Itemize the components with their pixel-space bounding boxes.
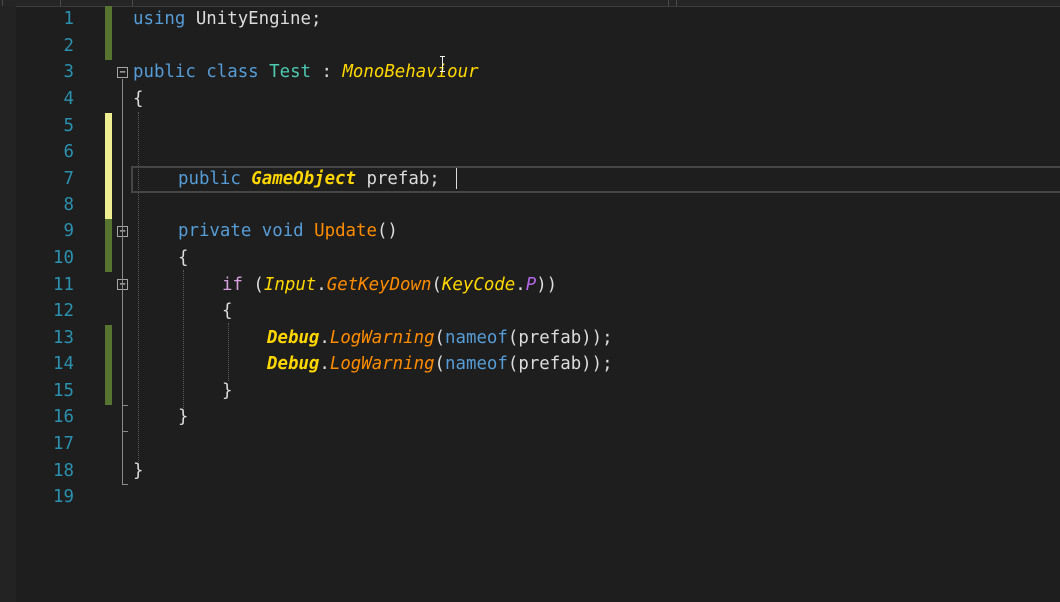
punctuation: ));: [581, 328, 613, 348]
line-number: 15: [53, 381, 74, 401]
line-number: 16: [53, 407, 74, 427]
code-line-16[interactable]: }: [178, 404, 188, 431]
punctuation: .: [515, 275, 526, 295]
unsaved-change-marker: [105, 113, 112, 219]
line-number: 2: [63, 36, 74, 56]
punctuation: .: [316, 275, 327, 295]
punctuation: (): [376, 221, 398, 241]
code-line-3[interactable]: public class Test : MonoBehaviour: [133, 59, 479, 86]
class-name: Debug: [267, 354, 320, 374]
type-name: GameObject: [240, 169, 356, 189]
outline-bar-end: [122, 484, 128, 485]
brace: }: [133, 461, 144, 481]
code-line-7[interactable]: public GameObject prefab;: [178, 166, 440, 193]
line-number: 4: [63, 89, 74, 109]
outline-bar-end: [122, 431, 128, 432]
saved-change-marker: [105, 6, 112, 60]
outline-bar: [122, 238, 123, 431]
line-number: 3: [63, 62, 74, 82]
keyword: class: [195, 62, 259, 82]
brace: {: [133, 89, 144, 109]
keyword: nameof: [445, 354, 508, 374]
saved-change-marker: [105, 219, 112, 272]
code-line-14[interactable]: Debug.LogWarning(nameof(prefab));: [267, 351, 613, 378]
keyword: public: [133, 62, 196, 82]
punctuation: (: [434, 328, 446, 348]
line-number: 10: [53, 248, 74, 268]
collapse-region-icon[interactable]: −: [117, 67, 128, 78]
method-name: GetKeyDown: [326, 275, 432, 295]
line-number: 18: [53, 461, 74, 481]
line-number: 14: [53, 354, 74, 374]
line-number: 9: [63, 221, 74, 241]
keyword: private: [178, 221, 252, 241]
keyword: void: [251, 221, 304, 241]
code-line-1[interactable]: using UnityEngine;: [133, 6, 321, 33]
punctuation: (: [507, 354, 519, 374]
method-name: Update: [303, 221, 377, 241]
line-number: 8: [63, 195, 74, 215]
tab-divider: [676, 0, 677, 6]
punctuation: (: [434, 354, 446, 374]
argument: prefab: [518, 328, 582, 348]
enum-member: P: [525, 275, 537, 295]
line-number: 19: [53, 487, 74, 507]
line-number: 7: [63, 169, 74, 189]
punctuation: )): [536, 275, 558, 295]
punctuation: ;: [429, 169, 440, 189]
keyword: public: [178, 169, 241, 189]
punctuation: (: [431, 275, 442, 295]
code-editor[interactable]: 1 2 3 4 5 6 7 8 9 10 11 12 13 14 15 16 1…: [0, 0, 1060, 602]
class-name: Input: [263, 275, 317, 295]
class-name: Test: [258, 62, 312, 82]
brace: }: [178, 407, 189, 427]
code-line-11[interactable]: if (Input.GetKeyDown(KeyCode.P)): [222, 272, 557, 299]
saved-change-marker: [105, 325, 112, 405]
indent-guide: [228, 323, 229, 381]
namespace: UnityEngine: [185, 9, 311, 29]
enum-name: KeyCode: [441, 275, 516, 295]
code-line-13[interactable]: Debug.LogWarning(nameof(prefab));: [267, 325, 613, 352]
punctuation: ;: [311, 9, 322, 29]
line-number: 17: [53, 434, 74, 454]
code-line-18[interactable]: }: [133, 458, 143, 485]
line-number: 12: [53, 301, 74, 321]
text-caret: [456, 168, 457, 189]
base-class: MonoBehaviour: [342, 62, 479, 82]
keyword: nameof: [445, 328, 508, 348]
punctuation: .: [319, 328, 330, 348]
punctuation: ));: [581, 354, 613, 374]
punctuation: .: [319, 354, 330, 374]
punctuation: :: [311, 62, 343, 82]
code-line-4[interactable]: {: [133, 86, 143, 113]
code-line-12[interactable]: {: [222, 298, 232, 325]
line-number: 11: [53, 275, 74, 295]
editor-margin-edge: [0, 6, 16, 602]
ibeam-cursor-icon: [439, 56, 447, 72]
code-line-15[interactable]: }: [222, 378, 232, 405]
code-line-10[interactable]: {: [178, 245, 188, 272]
tab-divider: [668, 0, 669, 6]
argument: prefab: [518, 354, 582, 374]
brace: {: [222, 301, 233, 321]
field-name: prefab: [356, 169, 430, 189]
line-number: 13: [53, 328, 74, 348]
control-keyword: if: [222, 275, 243, 295]
class-name: Debug: [267, 328, 320, 348]
method-name: LogWarning: [329, 354, 435, 374]
method-name: LogWarning: [329, 328, 435, 348]
keyword: using: [133, 9, 186, 29]
punctuation: (: [507, 328, 519, 348]
brace: {: [178, 248, 189, 268]
line-number: 1: [63, 9, 74, 29]
punctuation: (: [242, 275, 264, 295]
indent-guide: [183, 270, 184, 408]
outline-bar-end: [122, 405, 128, 406]
code-line-9[interactable]: private void Update(): [178, 218, 398, 245]
line-number: 5: [63, 116, 74, 136]
brace: }: [222, 381, 233, 401]
line-number: 6: [63, 142, 74, 162]
